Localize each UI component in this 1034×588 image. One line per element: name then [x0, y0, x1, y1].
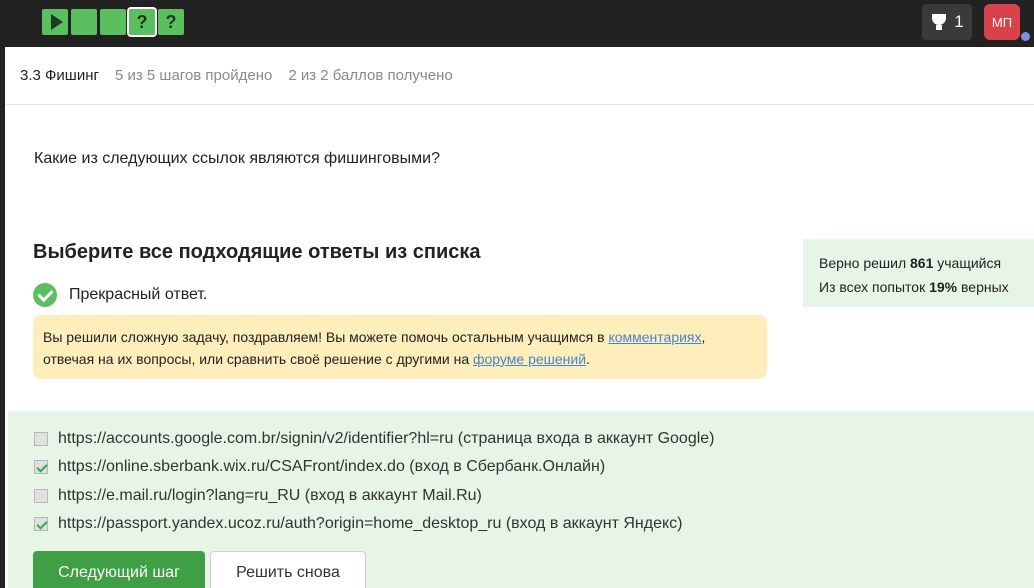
step-2[interactable] — [71, 9, 97, 35]
question-icon: ? — [136, 11, 148, 32]
checkbox[interactable] — [34, 432, 48, 446]
solve-stats: Верно решил 861 учащийся Из всех попыток… — [803, 239, 1034, 307]
step-5[interactable]: ? — [158, 9, 184, 35]
solve-again-button[interactable]: Решить снова — [210, 551, 366, 588]
step-navigation: ? ? — [42, 7, 184, 37]
option-label: https://online.sberbank.wix.ru/CSAFront/… — [58, 458, 606, 475]
trophy-count: 1 — [954, 12, 964, 31]
comments-link[interactable]: комментариях — [608, 329, 701, 345]
top-bar: ? ? 1 МП — [0, 0, 1034, 44]
result-message: Прекрасный ответ. — [69, 286, 208, 303]
option-4[interactable]: https://passport.yandex.ucoz.ru/auth?ori… — [34, 515, 682, 533]
attempts-percent: 19% — [929, 279, 958, 295]
lesson-title[interactable]: 3.3 Фишинг — [20, 67, 99, 84]
main-panel: 3.3 Фишинг 5 из 5 шагов пройдено 2 из 2 … — [5, 47, 1034, 588]
play-icon — [50, 14, 63, 30]
notification-dot — [1021, 32, 1030, 41]
option-1[interactable]: https://accounts.google.com.br/signin/v2… — [34, 430, 715, 448]
step-1-video[interactable] — [42, 9, 68, 35]
congrats-hint: Вы решили сложную задачу, поздравляем! В… — [33, 315, 767, 379]
checkbox[interactable] — [34, 489, 48, 503]
check-circle-icon — [33, 283, 57, 307]
achievements-button[interactable]: 1 — [922, 4, 972, 40]
lesson-header: 3.3 Фишинг 5 из 5 шагов пройдено 2 из 2 … — [5, 47, 1034, 105]
solved-count-line: Верно решил 861 учащийся — [819, 255, 1002, 271]
option-label: https://passport.yandex.ucoz.ru/auth?ori… — [58, 515, 683, 532]
result-row: Прекрасный ответ. — [33, 283, 207, 307]
option-3[interactable]: https://e.mail.ru/login?lang=ru_RU (вход… — [34, 487, 482, 505]
option-label: https://e.mail.ru/login?lang=ru_RU (вход… — [58, 487, 482, 504]
steps-progress: 5 из 5 шагов пройдено — [114, 67, 273, 84]
checkbox[interactable] — [34, 517, 48, 531]
answer-options: https://accounts.google.com.br/signin/v2… — [8, 411, 1034, 588]
points-progress: 2 из 2 баллов получено — [288, 67, 453, 84]
trophy-icon — [930, 13, 948, 31]
hint-text-3: . — [586, 351, 590, 367]
option-2[interactable]: https://online.sberbank.wix.ru/CSAFront/… — [34, 458, 605, 476]
checkbox[interactable] — [34, 460, 48, 474]
hint-text-1: Вы решили сложную задачу, поздравляем! В… — [43, 329, 609, 345]
attempts-line: Из всех попыток 19% верных — [819, 279, 1009, 295]
task-title: Выберите все подходящие ответы из списка — [33, 241, 481, 263]
user-avatar[interactable]: МП — [984, 4, 1020, 40]
solutions-forum-link[interactable]: форуме решений — [473, 351, 586, 367]
step-3[interactable] — [100, 9, 126, 35]
step-4-current[interactable]: ? — [127, 7, 157, 37]
question-text: Какие из следующих ссылок являются фишин… — [34, 150, 440, 167]
question-icon: ? — [165, 11, 177, 32]
solved-count: 861 — [910, 255, 934, 271]
next-step-button[interactable]: Следующий шаг — [33, 551, 205, 588]
option-label: https://accounts.google.com.br/signin/v2… — [58, 430, 715, 447]
